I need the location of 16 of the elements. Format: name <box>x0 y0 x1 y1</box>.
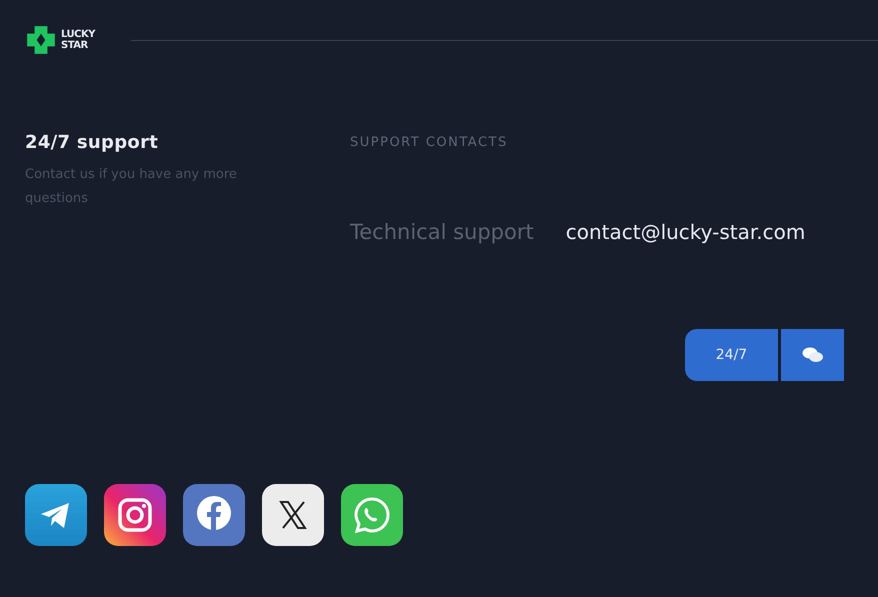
logo-text: LUCKY <box>61 29 95 40</box>
contact-label: Technical support <box>350 220 534 244</box>
support-title: 24/7 support <box>25 132 160 153</box>
chat-button[interactable] <box>781 329 844 381</box>
contacts-heading: SUPPORT CONTACTS <box>350 135 509 150</box>
support-text: Contact us if you have any more questions <box>25 166 238 208</box>
paper-plane-icon[interactable] <box>25 484 87 546</box>
phone-bubble-icon[interactable] <box>341 484 403 546</box>
camera-icon[interactable] <box>104 484 166 546</box>
x-logo-icon[interactable] <box>262 484 324 546</box>
chat-icon <box>802 346 824 364</box>
facebook-icon[interactable] <box>183 484 245 546</box>
contact-email-link[interactable]: contact@lucky-star.com <box>566 220 806 244</box>
hours-button[interactable]: 24/7 <box>685 329 778 381</box>
logo-text: STAR <box>61 40 89 51</box>
clover-logo-icon <box>25 24 57 56</box>
